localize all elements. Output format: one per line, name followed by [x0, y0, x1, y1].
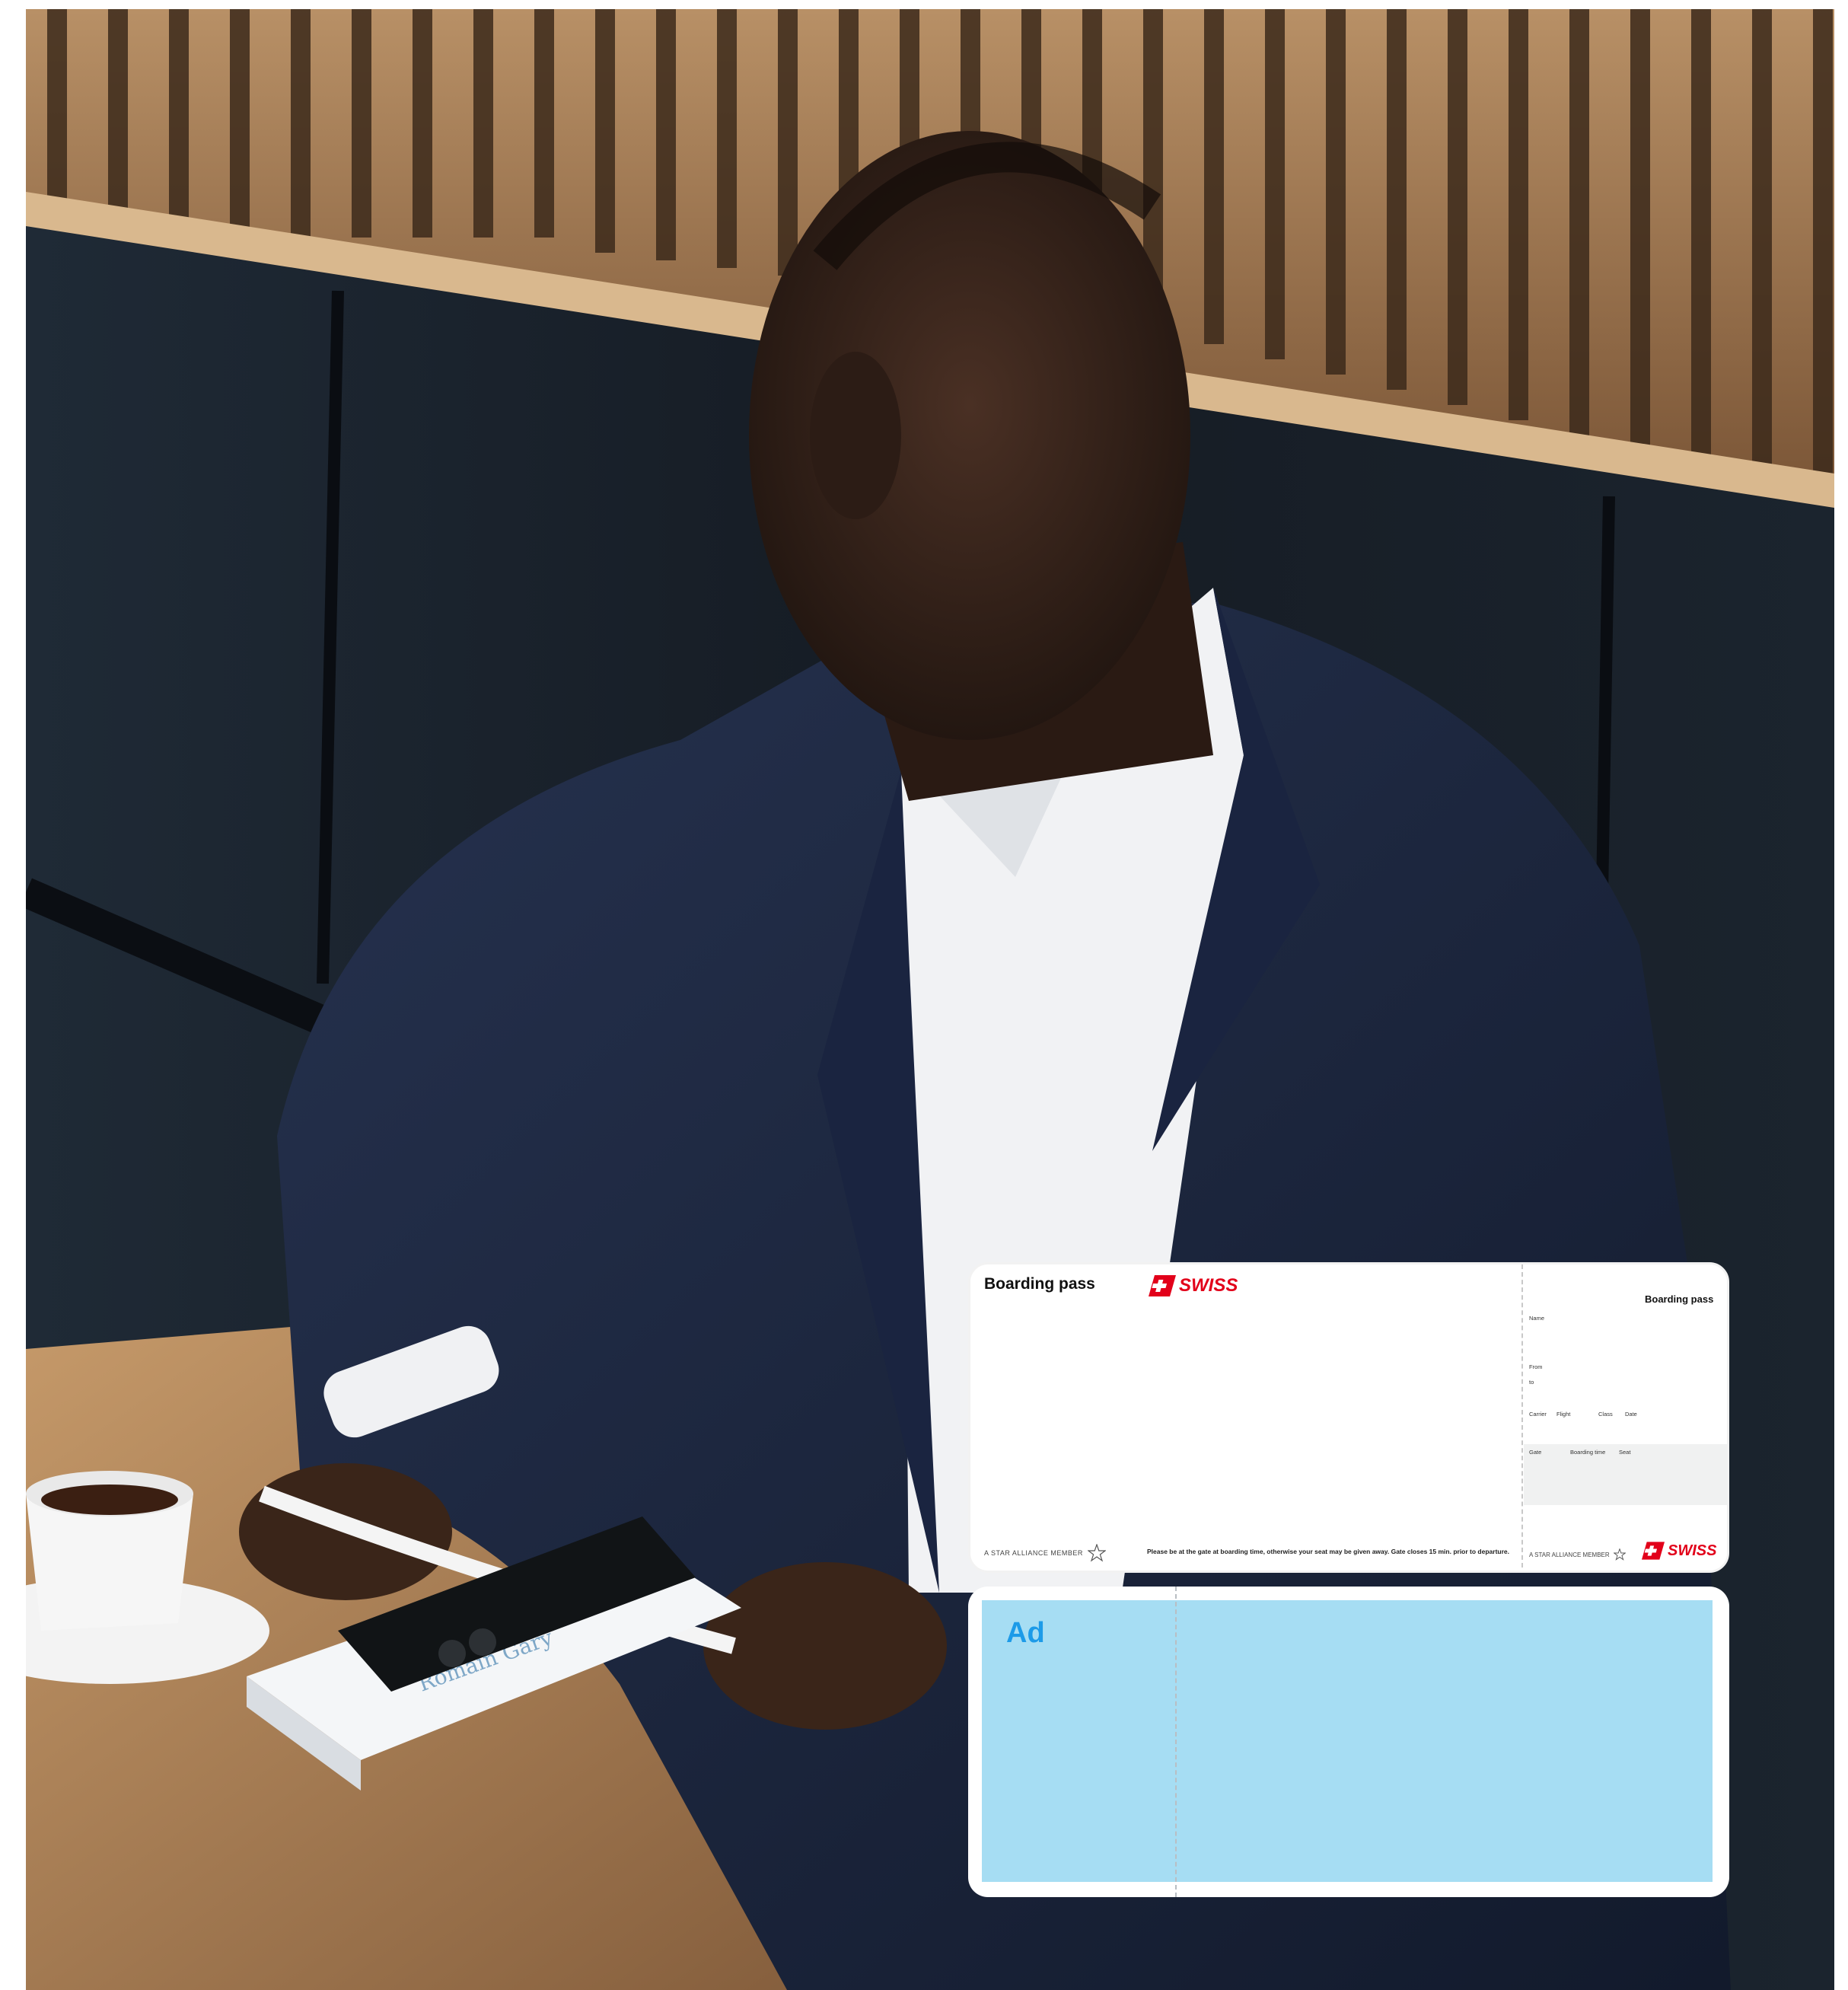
stub-swiss-logo: SWISS [1642, 1542, 1716, 1560]
boarding-pass-card: Boarding pass SWISS A STAR ALLIANCE MEMB… [968, 1262, 1729, 1573]
stub-label-flight: Flight [1556, 1411, 1571, 1418]
swiss-wordmark: SWISS [1179, 1275, 1238, 1296]
ad-placeholder [982, 1600, 1713, 1882]
stub-star-alliance-text: A STAR ALLIANCE MEMBER [1529, 1551, 1610, 1558]
gate-notice: Please be at the gate at boarding time, … [1147, 1548, 1509, 1555]
stub-label-from: From [1529, 1363, 1543, 1370]
stub-label-seat: Seat [1619, 1449, 1631, 1456]
ad-card: Ad [968, 1587, 1729, 1897]
swiss-flag-icon [1149, 1275, 1176, 1296]
star-alliance-badge: A STAR ALLIANCE MEMBER [984, 1544, 1106, 1562]
stub-label-class: Class [1598, 1411, 1613, 1418]
stub-title: Boarding pass [1645, 1293, 1714, 1305]
stub-label-boarding-time: Boarding time [1570, 1449, 1606, 1456]
boarding-pass-title: Boarding pass [984, 1275, 1095, 1293]
ad-label: Ad [1006, 1617, 1045, 1649]
stub-star-alliance-badge: A STAR ALLIANCE MEMBER [1529, 1548, 1626, 1561]
swiss-logo: SWISS [1149, 1275, 1238, 1296]
star-alliance-text: A STAR ALLIANCE MEMBER [984, 1549, 1083, 1557]
stub-label-carrier: Carrier [1529, 1411, 1547, 1418]
ad-perforation-line [1175, 1587, 1177, 1897]
stub-label-date: Date [1625, 1411, 1637, 1418]
stub-label-to: to [1529, 1379, 1534, 1386]
swiss-flag-icon [1642, 1542, 1665, 1560]
stub-swiss-wordmark: SWISS [1668, 1542, 1717, 1559]
stub-label-gate: Gate [1529, 1449, 1542, 1456]
star-alliance-icon [1087, 1544, 1106, 1562]
perforation-line [1521, 1264, 1523, 1571]
star-alliance-icon [1613, 1548, 1626, 1561]
stub-label-name: Name [1529, 1315, 1545, 1322]
